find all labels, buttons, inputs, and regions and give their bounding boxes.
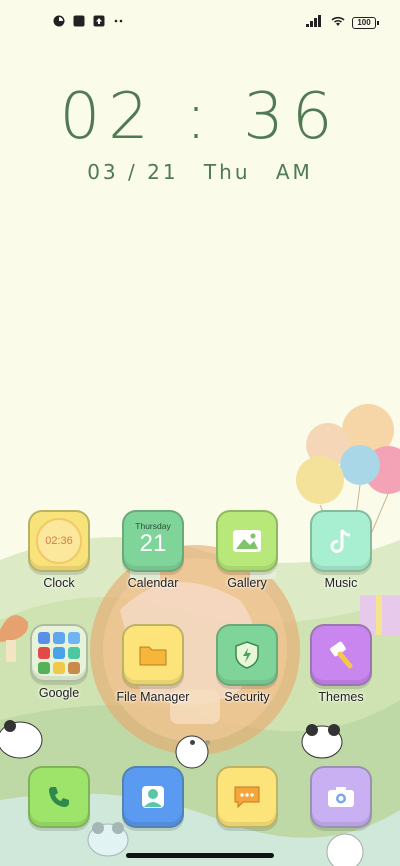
upload-icon bbox=[93, 14, 105, 27]
folder-shape-icon bbox=[139, 646, 167, 666]
contacts-icon bbox=[122, 766, 184, 828]
app-label: Gallery bbox=[227, 576, 267, 590]
clock-face: 02:36 bbox=[36, 518, 82, 564]
mini-app-icon bbox=[53, 647, 65, 659]
app-calendar[interactable]: Thursday 21 Calendar bbox=[108, 510, 198, 590]
notification-icon bbox=[53, 14, 65, 27]
app-label: Music bbox=[324, 576, 358, 590]
dock-phone[interactable] bbox=[14, 766, 104, 828]
paint-brush-icon bbox=[330, 641, 353, 669]
dock-camera[interactable] bbox=[296, 766, 386, 828]
lock-ampm: AM bbox=[275, 160, 313, 184]
mini-app-icon bbox=[68, 632, 80, 644]
calendar-icon: Thursday 21 bbox=[122, 510, 184, 572]
app-security[interactable]: Security bbox=[202, 624, 292, 704]
app-label: Google bbox=[38, 686, 80, 700]
dock-contacts[interactable] bbox=[108, 766, 198, 828]
mini-app-icon bbox=[53, 662, 65, 674]
gallery-icon bbox=[216, 510, 278, 572]
app-gallery[interactable]: Gallery bbox=[202, 510, 292, 590]
status-right-icons: 100 bbox=[306, 14, 379, 32]
page-indicator bbox=[0, 732, 400, 750]
mini-app-icon bbox=[68, 662, 80, 674]
app-label: File Manager bbox=[116, 690, 190, 704]
lock-time: 02 : 36 bbox=[59, 80, 341, 154]
app-label: Calendar bbox=[127, 576, 179, 590]
folder-icon bbox=[30, 624, 88, 682]
status-left-icons bbox=[53, 14, 125, 27]
mini-app-icon bbox=[53, 632, 65, 644]
app-clock[interactable]: 02:36 Clock bbox=[14, 510, 104, 590]
app-google-folder[interactable]: Google bbox=[14, 624, 104, 700]
lock-date-row: 03 / 21 Thu AM bbox=[0, 160, 400, 184]
image-icon bbox=[233, 530, 261, 552]
file-manager-icon bbox=[122, 624, 184, 686]
app-themes[interactable]: Themes bbox=[296, 624, 386, 704]
app-label: Themes bbox=[318, 690, 364, 704]
clock-icon: 02:36 bbox=[28, 510, 90, 572]
dock-messages[interactable] bbox=[202, 766, 292, 828]
status-bar: 100 bbox=[0, 0, 400, 44]
themes-icon bbox=[310, 624, 372, 686]
messages-icon bbox=[216, 766, 278, 828]
page-dot bbox=[205, 740, 211, 745]
more-dots-icon bbox=[113, 14, 125, 26]
wifi-icon bbox=[330, 14, 346, 32]
shield-icon bbox=[235, 641, 259, 669]
mini-app-icon bbox=[38, 662, 50, 674]
lock-day: Thu bbox=[203, 160, 251, 184]
app-label: Clock bbox=[43, 576, 75, 590]
app-file-manager[interactable]: File Manager bbox=[108, 624, 198, 704]
square-icon bbox=[73, 14, 85, 27]
phone-icon bbox=[28, 766, 90, 828]
app-label: Security bbox=[224, 690, 270, 704]
signal-icon bbox=[306, 14, 324, 32]
lock-date: 03 / 21 bbox=[87, 160, 179, 184]
security-icon bbox=[216, 624, 278, 686]
app-music[interactable]: Music bbox=[296, 510, 386, 590]
home-indicator-bar[interactable] bbox=[126, 853, 274, 858]
mini-app-icon bbox=[68, 647, 80, 659]
music-icon bbox=[310, 510, 372, 572]
calendar-day: 21 bbox=[139, 530, 167, 557]
page-dot-active bbox=[189, 740, 195, 745]
mini-app-icon bbox=[38, 632, 50, 644]
camera-icon bbox=[310, 766, 372, 828]
mini-app-icon bbox=[38, 647, 50, 659]
battery-icon: 100 bbox=[352, 17, 379, 29]
music-note-icon bbox=[330, 529, 351, 553]
